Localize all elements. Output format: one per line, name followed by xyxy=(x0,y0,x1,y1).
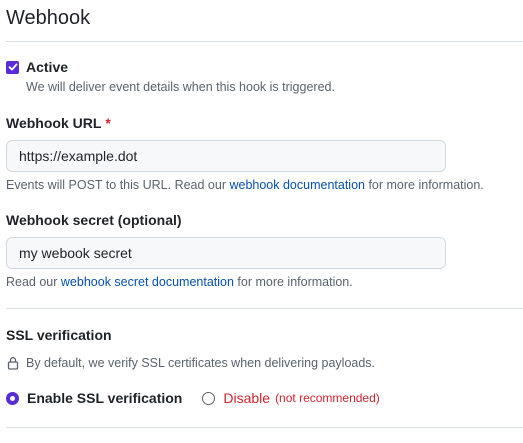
enable-ssl-label[interactable]: Enable SSL verification xyxy=(27,390,182,406)
url-help-text: Events will POST to this URL. Read our xyxy=(6,178,230,192)
webhook-secret-input[interactable] xyxy=(6,237,446,269)
enable-ssl-radio[interactable] xyxy=(6,391,19,405)
webhook-secret-documentation-link[interactable]: webhook secret documentation xyxy=(61,275,234,289)
title-divider xyxy=(6,41,523,42)
lock-icon xyxy=(7,357,19,370)
secret-help-text: Read our xyxy=(6,275,61,289)
ssl-options: Enable SSL verification Disable (not rec… xyxy=(6,390,380,406)
webhook-secret-label: Webhook secret (optional) xyxy=(6,212,182,228)
disable-ssl-label[interactable]: Disable xyxy=(223,390,270,406)
checkmark-icon xyxy=(8,63,17,71)
webhook-url-label: Webhook URL * xyxy=(6,115,111,131)
required-marker: * xyxy=(105,115,111,131)
disable-ssl-radio[interactable] xyxy=(202,391,216,405)
section-divider xyxy=(6,308,523,309)
ssl-description: By default, we verify SSL certificates w… xyxy=(6,356,375,370)
webhook-secret-help: Read our webhook secret documentation fo… xyxy=(6,275,353,289)
page-title: Webhook xyxy=(6,7,91,29)
active-toggle[interactable]: Active xyxy=(6,59,68,75)
ssl-verification-title: SSL verification xyxy=(6,327,112,343)
url-help-suffix: for more information. xyxy=(364,178,484,192)
secret-help-suffix: for more information. xyxy=(233,275,353,289)
webhook-url-input[interactable] xyxy=(6,140,446,172)
ssl-description-text: By default, we verify SSL certificates w… xyxy=(26,356,376,370)
active-description: We will deliver event details when this … xyxy=(26,80,335,94)
webhook-url-label-text: Webhook URL xyxy=(6,115,102,131)
active-checkbox[interactable] xyxy=(6,60,19,74)
webhook-url-help: Events will POST to this URL. Read our w… xyxy=(6,178,484,192)
not-recommended-note: (not recommended) xyxy=(275,391,380,405)
bottom-divider xyxy=(6,427,523,428)
active-label: Active xyxy=(26,59,69,75)
webhook-documentation-link[interactable]: webhook documentation xyxy=(229,178,365,192)
